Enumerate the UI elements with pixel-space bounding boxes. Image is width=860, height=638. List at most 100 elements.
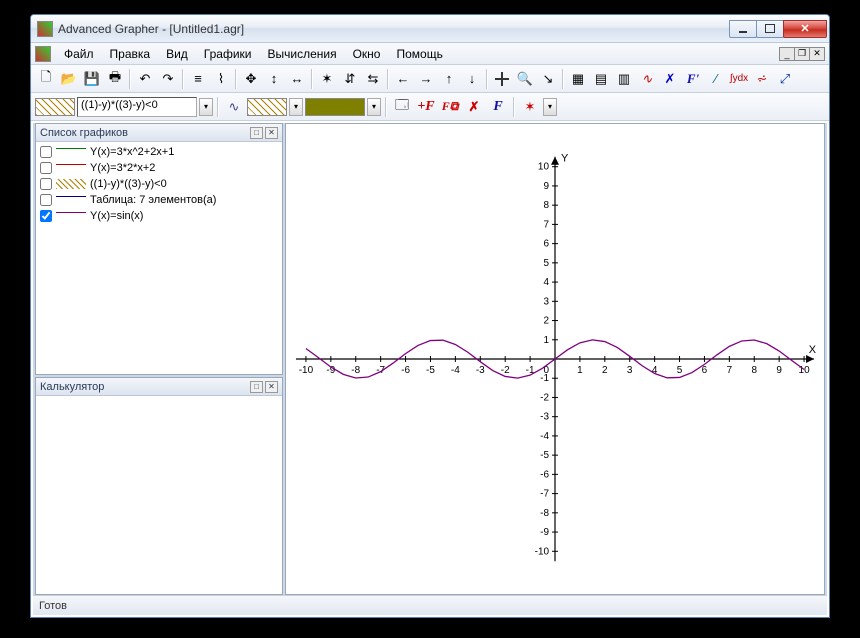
color-swatch[interactable] — [305, 98, 365, 116]
line-style-icon[interactable]: ∿ — [223, 96, 245, 118]
window-minimize-button[interactable] — [729, 20, 757, 38]
plot-canvas[interactable]: XY-10-9-8-7-6-5-4-3-2-112345678910-10-9-… — [285, 123, 825, 595]
svg-text:8: 8 — [751, 365, 757, 376]
document-icon[interactable] — [35, 46, 51, 62]
panel-maximize-icon[interactable]: □ — [250, 127, 263, 139]
save-file-icon[interactable]: 💾 — [81, 68, 103, 90]
svg-text:5: 5 — [543, 258, 549, 269]
zoom-h-icon[interactable]: ⇆ — [362, 68, 384, 90]
graph-list-title: Список графиков — [40, 127, 128, 139]
menu-graphs[interactable]: Графики — [197, 45, 259, 63]
mdi-restore-button[interactable]: ❐ — [794, 47, 810, 61]
tangent-icon[interactable]: ∕ — [705, 68, 727, 90]
arrow-right-icon[interactable]: → — [415, 68, 437, 90]
traces-icon[interactable]: ⌇ — [210, 68, 232, 90]
panel-maximize-icon[interactable]: □ — [250, 381, 263, 393]
integral-icon[interactable]: ∫ydx — [728, 68, 750, 90]
undo-icon[interactable]: ↶ — [134, 68, 156, 90]
area-icon[interactable]: ⩫ — [751, 68, 773, 90]
graph-label: Y(x)=3*2*x+2 — [90, 162, 155, 174]
window-close-button[interactable] — [783, 20, 827, 38]
mdi-close-button[interactable]: ✕ — [809, 47, 825, 61]
graph-list-item[interactable]: ((1)-y)*((3)-y)<0 — [38, 176, 280, 192]
open-file-icon[interactable]: 📂 — [58, 68, 80, 90]
arrow-down-icon[interactable]: ↓ — [461, 68, 483, 90]
graph-visibility-checkbox[interactable] — [40, 146, 52, 158]
color-dropdown[interactable]: ▾ — [367, 98, 381, 116]
svg-text:-2: -2 — [540, 392, 549, 403]
fill-style-swatch[interactable] — [35, 98, 75, 116]
titlebar[interactable]: Advanced Grapher - [Untitled1.agr] — [31, 15, 829, 43]
calculator-body[interactable] — [36, 396, 282, 594]
regression-icon[interactable]: ⤢ — [774, 68, 796, 90]
svg-text:-9: -9 — [540, 527, 549, 538]
hatch-dropdown[interactable]: ▾ — [289, 98, 303, 116]
pan-up-icon[interactable]: ↕ — [263, 68, 285, 90]
menu-view[interactable]: Вид — [159, 45, 195, 63]
graph-swatch-icon — [56, 179, 86, 189]
axes-icon[interactable] — [491, 68, 513, 90]
formula-input[interactable]: ((1)-y)*((3)-y)<0 — [77, 97, 197, 117]
app-icon — [37, 21, 53, 37]
svg-text:Y: Y — [561, 153, 569, 165]
panel-close-icon[interactable]: ✕ — [265, 127, 278, 139]
menu-edit[interactable]: Правка — [103, 45, 158, 63]
graph-list-item[interactable]: Y(x)=sin(x) — [38, 208, 280, 224]
svg-text:4: 4 — [543, 277, 549, 288]
status-text: Готов — [39, 600, 67, 612]
arrow-up-icon[interactable]: ↑ — [438, 68, 460, 90]
hatch-style-swatch[interactable] — [247, 98, 287, 116]
graph-visibility-checkbox[interactable] — [40, 210, 52, 222]
grid1-icon[interactable]: ▦ — [567, 68, 589, 90]
list-icon[interactable]: ≡ — [187, 68, 209, 90]
formula-dropdown[interactable]: ▾ — [199, 98, 213, 116]
zoom-center-icon[interactable]: ✶ — [316, 68, 338, 90]
add-function-icon[interactable]: +F — [415, 96, 437, 118]
graph-swatch-icon — [56, 164, 86, 174]
panel-close-icon[interactable]: ✕ — [265, 381, 278, 393]
copy-function-icon[interactable]: F⧉ — [439, 96, 461, 118]
function-blue-icon[interactable]: F — [487, 96, 509, 118]
svg-text:9: 9 — [776, 365, 782, 376]
menu-window[interactable]: Окно — [346, 45, 388, 63]
menu-file[interactable]: Файл — [57, 45, 101, 63]
zoom-out-icon[interactable]: ↘ — [537, 68, 559, 90]
redo-icon[interactable]: ↷ — [157, 68, 179, 90]
zoom-in-icon[interactable]: 🔍 — [514, 68, 536, 90]
graph-label: Таблица: 7 элементов(а) — [90, 194, 216, 206]
print-icon[interactable]: 🖶 — [104, 68, 126, 90]
statusbar: Готов — [33, 595, 827, 615]
app-window: Advanced Grapher - [Untitled1.agr] Файл … — [30, 14, 830, 618]
svg-text:-8: -8 — [351, 365, 360, 376]
graph-list-item[interactable]: Y(x)=3*2*x+2 — [38, 160, 280, 176]
move-icon[interactable]: ✥ — [240, 68, 262, 90]
svg-text:-8: -8 — [540, 508, 549, 519]
calculator-title: Калькулятор — [40, 381, 104, 393]
intersect-icon[interactable]: ✗ — [659, 68, 681, 90]
trace-dropdown[interactable]: ▾ — [543, 98, 557, 116]
graph-visibility-checkbox[interactable] — [40, 178, 52, 190]
fx-red-icon[interactable]: ∿ — [636, 68, 658, 90]
graph-list-item[interactable]: Таблица: 7 элементов(а) — [38, 192, 280, 208]
window-maximize-button[interactable] — [756, 20, 784, 38]
graph-visibility-checkbox[interactable] — [40, 194, 52, 206]
new-file-icon[interactable]: 🗋 — [35, 68, 57, 90]
delete-function-icon[interactable]: ✗ — [463, 96, 485, 118]
mdi-minimize-button[interactable]: _ — [779, 47, 795, 61]
menu-help[interactable]: Помощь — [389, 45, 449, 63]
grid3-icon[interactable]: ▥ — [613, 68, 635, 90]
properties-icon[interactable]: 🗔 — [391, 96, 413, 118]
pan-lr-icon[interactable]: ↔ — [286, 68, 308, 90]
trace-point-icon[interactable]: ✶ — [519, 96, 541, 118]
derivative-icon[interactable]: F' — [682, 68, 704, 90]
svg-text:2: 2 — [602, 365, 608, 376]
graph-list-item[interactable]: Y(x)=3*x^2+2x+1 — [38, 144, 280, 160]
graph-swatch-icon — [56, 196, 86, 206]
zoom-v-icon[interactable]: ⇵ — [339, 68, 361, 90]
graph-visibility-checkbox[interactable] — [40, 162, 52, 174]
menu-calc[interactable]: Вычисления — [260, 45, 343, 63]
graph-list[interactable]: Y(x)=3*x^2+2x+1 Y(x)=3*2*x+2 ((1)-y)*((3)-… — [36, 142, 282, 374]
svg-text:-6: -6 — [540, 469, 549, 480]
grid2-icon[interactable]: ▤ — [590, 68, 612, 90]
arrow-left-icon[interactable]: ← — [392, 68, 414, 90]
